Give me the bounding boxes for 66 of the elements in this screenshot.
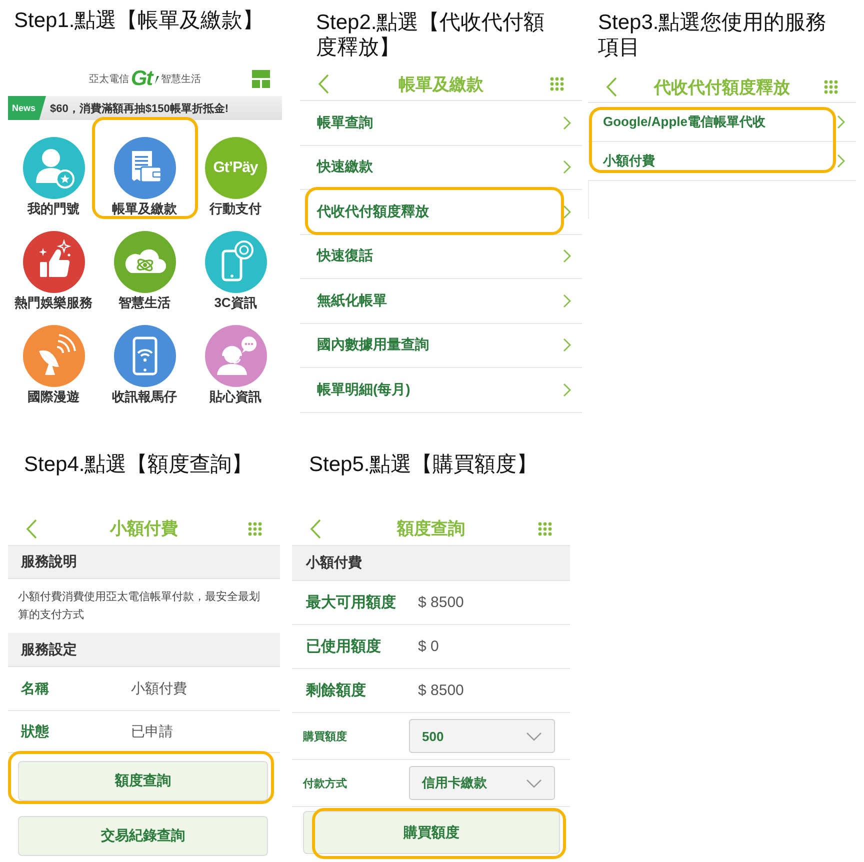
news-tag: News bbox=[8, 96, 46, 120]
step-title: Step5.點選【購買額度】 bbox=[309, 452, 539, 477]
chevron-down-icon bbox=[526, 732, 542, 740]
back-icon[interactable] bbox=[606, 77, 617, 97]
chevron-right-icon bbox=[837, 115, 845, 129]
feature-tile[interactable]: Gt’Päy 行動支付 bbox=[190, 120, 281, 214]
field-label: 名稱 bbox=[21, 680, 49, 698]
chevron-right-icon bbox=[563, 294, 571, 308]
back-icon[interactable] bbox=[26, 518, 37, 538]
chevron-right-icon bbox=[563, 204, 571, 219]
section-heading: 服務說明 bbox=[8, 546, 280, 579]
step-title: Step1.點選【帳單及繳款】 bbox=[14, 8, 265, 33]
feature-tile[interactable]: 收訊報馬仔 bbox=[99, 308, 190, 402]
feature-tile[interactable]: 熱門娛樂服務 bbox=[8, 214, 99, 308]
back-icon[interactable] bbox=[310, 518, 321, 538]
select-field[interactable]: 500 bbox=[409, 719, 555, 753]
logo-tick-icon bbox=[154, 76, 160, 84]
field-label: 剩餘額度 bbox=[306, 681, 366, 700]
grid-menu-icon[interactable] bbox=[248, 522, 262, 536]
chevron-right-icon bbox=[563, 116, 571, 130]
service-description: 小額付費消費使用亞太電信帳單付款，最安全最划算的支付方式 bbox=[17, 590, 261, 623]
feature-tile[interactable]: 我的門號 bbox=[8, 120, 99, 214]
field-label: 購買額度 bbox=[303, 730, 347, 744]
screen-title: 額度查詢 bbox=[397, 518, 465, 540]
grid-menu-icon[interactable] bbox=[538, 522, 552, 536]
back-icon[interactable] bbox=[318, 74, 329, 94]
field-value: $ 8500 bbox=[418, 682, 464, 699]
feature-tile[interactable]: 3C資訊 bbox=[190, 214, 281, 308]
pay-logo: Gt’Päy bbox=[204, 137, 266, 199]
field-value: $ 0 bbox=[418, 638, 439, 655]
field-label: 狀態 bbox=[21, 722, 49, 740]
step-title: Step4.點選【額度查詢】 bbox=[24, 452, 254, 477]
chevron-right-icon bbox=[837, 154, 845, 168]
chevron-right-icon bbox=[563, 382, 571, 397]
chevron-right-icon bbox=[563, 160, 571, 174]
logo-text: 亞太電信 bbox=[88, 72, 129, 86]
logo-text: 智慧生活 bbox=[161, 72, 202, 86]
feature-tile[interactable]: 智慧生活 bbox=[99, 214, 190, 308]
feature-tile[interactable]: 貼心資訊 bbox=[190, 308, 281, 402]
field-label: 付款方式 bbox=[303, 776, 347, 790]
step-title: Step3.點選您使用的服務項目 bbox=[598, 10, 828, 60]
grid-menu-icon[interactable] bbox=[824, 80, 838, 94]
screen-title: 小額付費 bbox=[110, 518, 178, 540]
chevron-right-icon bbox=[563, 249, 571, 264]
feature-tile[interactable]: 國際漫遊 bbox=[8, 308, 99, 402]
feature-tile[interactable]: 帳單及繳款 bbox=[99, 120, 190, 214]
section-heading: 服務設定 bbox=[8, 633, 280, 667]
field-value: 小額付費 bbox=[131, 680, 187, 698]
chevron-down-icon bbox=[526, 778, 542, 788]
chevron-right-icon bbox=[563, 338, 571, 352]
action-button[interactable]: 購買額度 bbox=[303, 811, 560, 854]
step-title: Step2.點選【代收代付額度釋放】 bbox=[316, 10, 546, 60]
select-field[interactable]: 信用卡繳款 bbox=[409, 766, 555, 800]
grid-menu-icon[interactable] bbox=[550, 77, 564, 91]
field-value: $ 8500 bbox=[418, 594, 464, 611]
action-button[interactable]: 交易紀錄查詢 bbox=[18, 816, 268, 856]
screen-title: 代收代付額度釋放 bbox=[654, 76, 790, 98]
action-button[interactable]: 額度查詢 bbox=[18, 761, 268, 801]
field-label: 最大可用額度 bbox=[306, 593, 396, 612]
logo-mark: Gt bbox=[130, 68, 152, 90]
field-value: 已申請 bbox=[131, 722, 173, 740]
news-text[interactable]: $60，消費滿額再抽$150帳單折抵金! bbox=[50, 100, 228, 116]
screen-title: 帳單及繳款 bbox=[398, 74, 484, 96]
section-heading: 小額付費 bbox=[292, 546, 570, 581]
layout-menu-icon[interactable] bbox=[252, 70, 270, 88]
field-label: 已使用額度 bbox=[306, 637, 381, 656]
